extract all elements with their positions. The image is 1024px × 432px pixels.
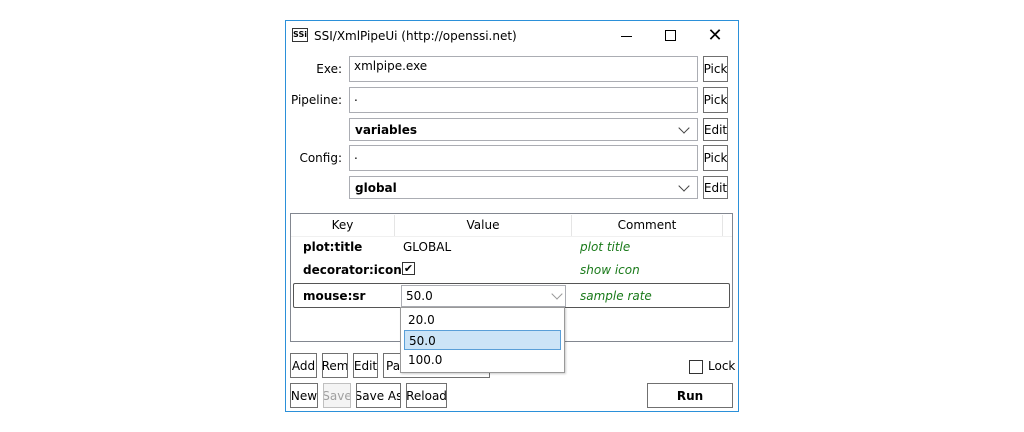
edit-button[interactable]: Edit — [353, 353, 378, 378]
sample-rate-value: 50.0 — [406, 289, 433, 303]
chevron-down-icon — [678, 121, 690, 134]
exe-pick-button[interactable]: Pick — [703, 56, 728, 82]
decorator-icon-checkbox[interactable]: ✔ — [402, 262, 415, 275]
app-logo-icon: SSi — [292, 28, 308, 42]
sample-rate-select[interactable]: 50.0 — [401, 285, 566, 307]
checkmark-icon: ✔ — [403, 262, 414, 275]
pipeline-select-value: variables — [355, 122, 418, 137]
column-header-key[interactable]: Key — [291, 215, 395, 236]
save-button[interactable]: Save — [323, 383, 351, 408]
exe-label: Exe: — [316, 62, 342, 76]
dropdown-option[interactable]: 20.0 — [404, 310, 561, 330]
add-button[interactable]: Add — [290, 353, 317, 378]
pipeline-pick-button[interactable]: Pick — [703, 87, 728, 113]
remove-button[interactable]: Rem — [322, 353, 348, 378]
pipeline-select[interactable]: variables — [349, 118, 698, 141]
column-header-comment[interactable]: Comment — [572, 215, 723, 236]
lock-checkbox[interactable] — [689, 360, 703, 374]
reload-button[interactable]: Reload — [406, 383, 447, 408]
config-select-value: global — [355, 180, 397, 195]
row-key[interactable]: decorator:icon — [303, 263, 402, 277]
lock-label[interactable]: Lock — [708, 359, 735, 373]
run-button[interactable]: Run — [647, 383, 733, 408]
config-edit-button[interactable]: Edit — [703, 176, 728, 199]
chevron-down-icon — [678, 179, 690, 192]
pipeline-label: Pipeline: — [290, 93, 342, 107]
exe-input[interactable]: xmlpipe.exe — [349, 56, 698, 82]
config-pick-button[interactable]: Pick — [703, 145, 728, 171]
window-title: SSI/XmlPipeUi (http://openssi.net) — [314, 29, 517, 43]
dropdown-option-selected[interactable]: 50.0 — [404, 330, 561, 350]
config-label: Config: — [299, 151, 342, 165]
save-as-button[interactable]: Save As — [356, 383, 401, 408]
row-comment: show icon — [580, 263, 640, 277]
minimize-icon — [621, 36, 632, 37]
close-button[interactable]: ✕ — [700, 21, 730, 51]
dropdown-option[interactable]: 100.0 — [404, 350, 561, 370]
maximize-button[interactable] — [656, 21, 686, 51]
app-window: SSi SSI/XmlPipeUi (http://openssi.net) ✕… — [285, 20, 739, 412]
config-select[interactable]: global — [349, 176, 698, 199]
row-value[interactable]: GLOBAL — [403, 240, 451, 254]
chevron-down-icon — [551, 288, 563, 300]
row-key[interactable]: mouse:sr — [303, 289, 365, 303]
config-input[interactable]: . — [349, 145, 698, 171]
column-header-value[interactable]: Value — [395, 215, 572, 236]
close-icon: ✕ — [707, 25, 723, 46]
pipeline-input[interactable]: . — [349, 87, 698, 113]
row-comment: sample rate — [580, 289, 652, 303]
maximize-icon — [665, 30, 676, 41]
minimize-button[interactable] — [612, 21, 642, 51]
pipeline-edit-button[interactable]: Edit — [703, 118, 728, 141]
new-button[interactable]: New — [290, 383, 318, 408]
row-comment: plot title — [580, 240, 631, 254]
row-key[interactable]: plot:title — [303, 240, 362, 254]
sample-rate-dropdown: 20.0 50.0 100.0 — [400, 307, 565, 373]
